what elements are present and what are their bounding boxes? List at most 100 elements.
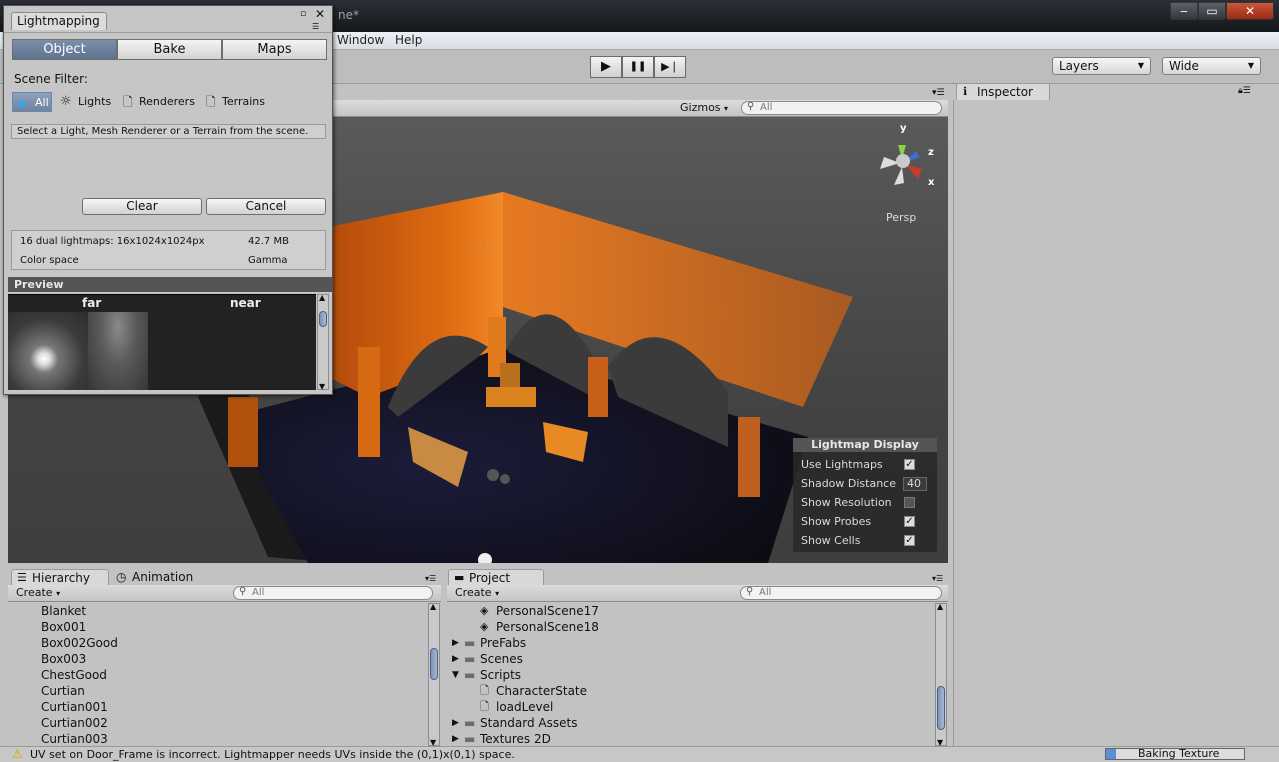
close-window-button[interactable]: ✕ [1226,2,1274,20]
list-item[interactable]: Box001 [41,619,86,635]
preview-header[interactable]: Preview [8,277,332,292]
list-item[interactable]: Curtian002 [41,715,108,731]
persp-label[interactable]: Persp [886,211,916,224]
list-item[interactable]: ◈ PersonalScene18 [480,619,599,635]
minimize-button[interactable]: ‒ [1170,2,1198,20]
filter-terrains-label: Terrains [222,95,265,108]
list-item[interactable]: Box002Good [41,635,118,651]
status-message[interactable]: UV set on Door_Frame is incorrect. Light… [30,748,515,762]
list-item[interactable]: ▼ ▬ Scripts [452,667,521,683]
layout-label: Wide [1169,59,1199,73]
show-resolution-checkbox[interactable] [904,497,915,508]
menu-help[interactable]: Help [395,33,422,47]
list-item[interactable]: Curtian001 [41,699,108,715]
filter-all[interactable]: ◆ All [12,92,52,112]
inspector-panel [953,100,1274,746]
hierarchy-scrollbar[interactable]: ▲ ▼ [428,602,440,747]
hierarchy-search-input[interactable]: ⚲ All [233,586,433,600]
preview-scrollbar[interactable]: ▲ ▼ [317,293,329,391]
scene-search-input[interactable]: ⚲ All [741,101,942,115]
tab-animation[interactable]: ◷ Animation [116,569,193,586]
tab-project[interactable]: ▬ Project [448,569,544,586]
panel-menu-icon[interactable]: ▾☰ [425,574,436,583]
tab-divider [4,32,332,33]
expand-arrow-icon[interactable]: ▶ [452,635,459,651]
project-toolbar: Create ▾ ⚲ All [447,585,948,602]
scroll-up-icon[interactable]: ▲ [937,602,943,611]
project-create-button[interactable]: Create ▾ [451,586,503,600]
play-button[interactable]: ▶ [590,56,622,78]
list-item[interactable]: ◈ PersonalScene17 [480,603,599,619]
lightmap-info-box: 16 dual lightmaps: 16x1024x1024px 42.7 M… [11,230,326,270]
info-icon: ℹ [963,85,968,98]
segment-maps[interactable]: Maps [222,39,327,60]
collapse-arrow-icon[interactable]: ▼ [452,667,459,683]
list-item[interactable]: ▶ ▬ Standard Assets [452,715,577,731]
panel-menu-icon[interactable]: ▾☰ [932,88,945,98]
list-icon: ☰ [17,571,27,584]
panel-menu-icon[interactable]: ☰ [312,22,319,31]
cancel-button[interactable]: Cancel [206,198,326,215]
preview-scroll-thumb[interactable] [319,311,327,327]
preview-far-label: far [82,296,102,310]
orientation-gizmo[interactable]: y z x [874,123,938,191]
project-search-input[interactable]: ⚲ All [740,586,942,600]
step-button[interactable]: ▶❘ [654,56,686,78]
pause-button[interactable]: ❚❚ [622,56,654,78]
clear-button[interactable]: Clear [82,198,202,215]
hierarchy-scroll-thumb[interactable] [430,648,438,680]
list-item[interactable]: 🗋︎ CharacterState [480,683,587,699]
shadow-distance-field[interactable]: 40 [903,477,927,491]
menu-window[interactable]: Window [337,33,384,47]
list-item[interactable]: Curtian [41,683,85,699]
scroll-up-icon[interactable]: ▲ [319,293,325,302]
document-icon: 🗋︎ [123,95,133,109]
color-space-label: Color space [20,255,79,266]
list-item[interactable]: ▶ ▬ PreFabs [452,635,526,651]
tab-inspector[interactable]: ℹ Inspector [956,83,1050,100]
list-item[interactable]: ▶ ▬ Textures 2D [452,731,551,747]
tab-lightmapping[interactable]: Lightmapping [11,12,107,30]
layers-dropdown[interactable]: Layers ▼ [1052,57,1151,75]
filter-renderers[interactable]: 🗋︎ Renderers [123,92,195,112]
selection-hint: Select a Light, Mesh Renderer or a Terra… [11,124,326,139]
filter-terrains[interactable]: 🗋︎ Terrains [206,92,265,112]
maximize-pane-icon[interactable]: ▫ [300,9,306,19]
segment-object[interactable]: Object [12,39,117,60]
gizmos-dropdown[interactable]: Gizmos ▾ [680,100,728,116]
hierarchy-create-button[interactable]: Create ▾ [12,586,64,600]
project-scroll-thumb[interactable] [937,686,945,730]
baking-progress: Baking Texture [1105,747,1245,760]
list-item[interactable]: Box003 [41,651,86,667]
preview-near-label: near [230,296,261,310]
folder-icon: ▬ [464,652,476,666]
gizmos-label: Gizmos [680,101,721,114]
list-item[interactable]: Curtian003 [41,731,108,747]
tab-hierarchy[interactable]: ☰ Hierarchy [11,569,109,586]
project-scrollbar[interactable]: ▲ ▼ [935,602,947,747]
expand-arrow-icon[interactable]: ▶ [452,731,459,747]
maximize-button[interactable]: ▭ [1198,2,1226,20]
show-probes-checkbox[interactable]: ✓ [904,516,915,527]
list-item[interactable]: 🗋︎ loadLevel [480,699,553,715]
scroll-down-icon[interactable]: ▼ [319,382,325,391]
lock-icon[interactable]: 🔒︎☰ [1238,86,1251,96]
segment-bake[interactable]: Bake [117,39,222,60]
scroll-up-icon[interactable]: ▲ [430,602,436,611]
script-icon: 🗋︎ [480,700,489,713]
list-item[interactable]: Blanket [41,603,86,619]
show-cells-checkbox[interactable]: ✓ [904,535,915,546]
close-icon[interactable]: ✕ [315,7,325,21]
panel-menu-icon[interactable]: ▾☰ [932,574,943,583]
filter-lights[interactable]: ☼ Lights [60,92,111,112]
layout-dropdown[interactable]: Wide ▼ [1162,57,1261,75]
folder-icon: ▬ [464,668,476,682]
list-item[interactable]: ▶ ▬ Scenes [452,651,523,667]
use-lightmaps-checkbox[interactable]: ✓ [904,459,915,470]
expand-arrow-icon[interactable]: ▶ [452,651,459,667]
expand-arrow-icon[interactable]: ▶ [452,715,459,731]
list-item[interactable]: ChestGood [41,667,107,683]
show-cells-row: Show Cells ✓ [801,533,931,549]
list-item-label: Textures 2D [480,732,551,746]
sun-icon: ☼ [60,94,72,109]
